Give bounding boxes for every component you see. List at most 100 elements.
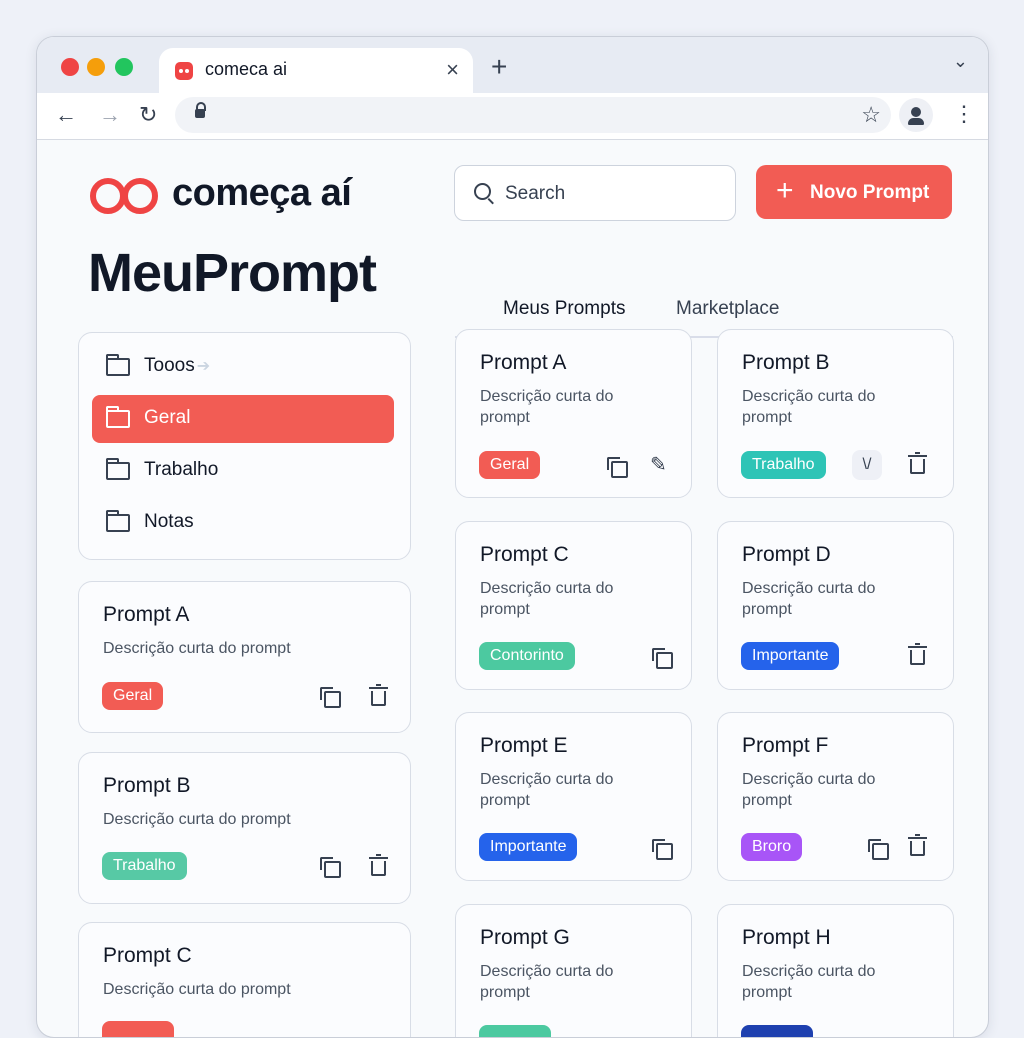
minimize-window-button[interactable]	[87, 58, 105, 76]
prompt-title: Prompt A	[480, 351, 567, 374]
menu-icon[interactable]: ⋮	[953, 101, 975, 127]
back-icon[interactable]: ←	[55, 101, 77, 129]
page-content: começa aí MeuPrompt + Novo Prompt Meus P…	[37, 140, 988, 1037]
prompt-card[interactable]: Prompt A Descrição curta do prompt Geral…	[455, 329, 692, 498]
title-bar: comeca ai × + ⌄	[37, 37, 988, 94]
page-title: MeuPrompt	[88, 243, 377, 303]
prompt-description: Descrição curta do prompt	[742, 771, 876, 809]
prompt-title: Prompt G	[480, 926, 570, 949]
list-item[interactable]: Prompt B Descrição curta do prompt Traba…	[78, 752, 411, 904]
trash-icon[interactable]	[908, 834, 927, 856]
folder-item-geral[interactable]: Geral	[92, 395, 394, 443]
prompt-title: Prompt A	[103, 603, 190, 626]
prompt-title: Prompt C	[480, 543, 569, 566]
copy-icon[interactable]	[320, 687, 341, 708]
new-prompt-label: Novo Prompt	[810, 182, 930, 203]
trash-icon[interactable]	[908, 643, 927, 665]
plus-icon: +	[776, 174, 794, 207]
copy-icon[interactable]	[652, 839, 673, 860]
tag-badge[interactable]	[479, 1025, 551, 1037]
browser-tab[interactable]: comeca ai ×	[159, 48, 473, 94]
folder-item-notas[interactable]: Notas	[92, 499, 394, 547]
prompt-description: Descrição curta do prompt	[103, 981, 291, 998]
profile-icon[interactable]	[899, 98, 933, 132]
folder-label: Geral	[144, 407, 191, 428]
favicon-icon	[175, 62, 193, 80]
prompt-card[interactable]: Prompt B Descrição curta do prompt Traba…	[717, 329, 954, 498]
tag-badge[interactable]: Importante	[479, 833, 578, 861]
prompt-description: Descrição curta do prompt	[103, 640, 291, 657]
trash-icon[interactable]	[908, 452, 927, 474]
forward-icon[interactable]: →	[99, 101, 121, 129]
prompt-title: Prompt H	[742, 926, 831, 949]
folder-todos-label: Tooos	[144, 355, 195, 376]
trash-icon[interactable]	[369, 854, 388, 876]
list-item[interactable]: Prompt C Descrição curta do prompt	[78, 922, 411, 1037]
arrow-right-icon: ➔	[196, 358, 211, 375]
folder-item-todos[interactable]: Tooos ➔	[92, 343, 394, 391]
prompt-card[interactable]: Prompt C Descrição curta do prompt Conto…	[455, 521, 692, 690]
new-tab-icon[interactable]: +	[491, 53, 507, 81]
star-icon[interactable]: ☆	[861, 102, 881, 128]
prompt-description: Descrição curta do prompt	[103, 811, 291, 828]
lock-icon	[195, 102, 206, 118]
browser-window: comeca ai × + ⌄ ← → ↻ ☆ ⋮ começa aí MeuP…	[36, 36, 989, 1038]
trash-icon[interactable]	[369, 684, 388, 706]
tag-badge[interactable]	[741, 1025, 813, 1037]
prompt-title: Prompt B	[103, 774, 191, 797]
prompt-description: Descrição curta do prompt	[742, 963, 876, 1001]
tag-badge[interactable]: Trabalho	[102, 852, 187, 880]
folder-list: Tooos ➔ Geral Trabalho Notas	[78, 332, 411, 560]
reload-icon[interactable]: ↻	[139, 101, 157, 129]
tab-marketplace[interactable]: Marketplace	[676, 298, 780, 320]
tag-badge[interactable]: Contorinto	[479, 642, 575, 670]
logo-icon	[90, 178, 160, 214]
prompt-title: Prompt F	[742, 734, 829, 757]
prompt-card[interactable]: Prompt F Descrição curta do prompt Broro	[717, 712, 954, 881]
logo-text: começa aí	[172, 172, 352, 214]
tag-badge[interactable]: Importante	[741, 642, 840, 670]
maximize-window-button[interactable]	[115, 58, 133, 76]
check-icon[interactable]: \/	[852, 450, 882, 480]
close-window-button[interactable]	[61, 58, 79, 76]
folder-icon	[106, 510, 130, 532]
copy-icon[interactable]	[607, 457, 628, 478]
folder-item-trabalho[interactable]: Trabalho	[92, 447, 394, 495]
prompt-title: Prompt E	[480, 734, 568, 757]
prompt-description: Descrição curta do prompt	[480, 388, 614, 426]
prompt-card[interactable]: Prompt G Descrição curta do prompt	[455, 904, 692, 1037]
tag-badge[interactable]: Geral	[479, 451, 541, 479]
prompt-description: Descrição curta do prompt	[480, 771, 614, 809]
prompt-card[interactable]: Prompt D Descrição curta do prompt Impor…	[717, 521, 954, 690]
tab-title: comeca ai	[205, 59, 288, 79]
tag-badge[interactable]: Trabalho	[741, 451, 826, 479]
address-bar[interactable]: ☆	[175, 97, 891, 133]
copy-icon[interactable]	[320, 857, 341, 878]
new-prompt-button[interactable]: + Novo Prompt	[756, 165, 952, 219]
prompt-title: Prompt C	[103, 944, 192, 967]
tag-badge[interactable]: Geral	[102, 682, 164, 710]
search-icon	[474, 183, 491, 200]
copy-icon[interactable]	[652, 648, 673, 669]
copy-icon[interactable]	[868, 839, 889, 860]
close-tab-icon[interactable]: ×	[446, 57, 459, 83]
prompt-title: Prompt B	[742, 351, 830, 374]
folder-label: Tooos ➔	[144, 355, 210, 377]
prompt-description: Descrição curta do prompt	[480, 580, 614, 618]
prompt-description: Descrição curta do prompt	[742, 580, 876, 618]
pencil-icon[interactable]: ✎	[650, 452, 667, 477]
folder-icon	[106, 458, 130, 480]
folder-icon	[106, 354, 130, 376]
search-input[interactable]	[503, 179, 727, 209]
chevron-down-icon[interactable]: ⌄	[953, 51, 968, 72]
prompt-card[interactable]: Prompt H Descrição curta do prompt	[717, 904, 954, 1037]
tab-meus-prompts[interactable]: Meus Prompts	[503, 298, 625, 320]
prompt-description: Descrição curta do prompt	[480, 963, 614, 1001]
search-box[interactable]	[454, 165, 736, 221]
prompt-card[interactable]: Prompt E Descrição curta do prompt Impor…	[455, 712, 692, 881]
browser-toolbar: ← → ↻ ☆ ⋮	[37, 93, 988, 140]
prompt-description: Descrição curta do prompt	[742, 388, 876, 426]
list-item[interactable]: Prompt A Descrição curta do prompt Geral	[78, 581, 411, 733]
prompt-title: Prompt D	[742, 543, 831, 566]
tag-badge[interactable]: Broro	[741, 833, 803, 861]
